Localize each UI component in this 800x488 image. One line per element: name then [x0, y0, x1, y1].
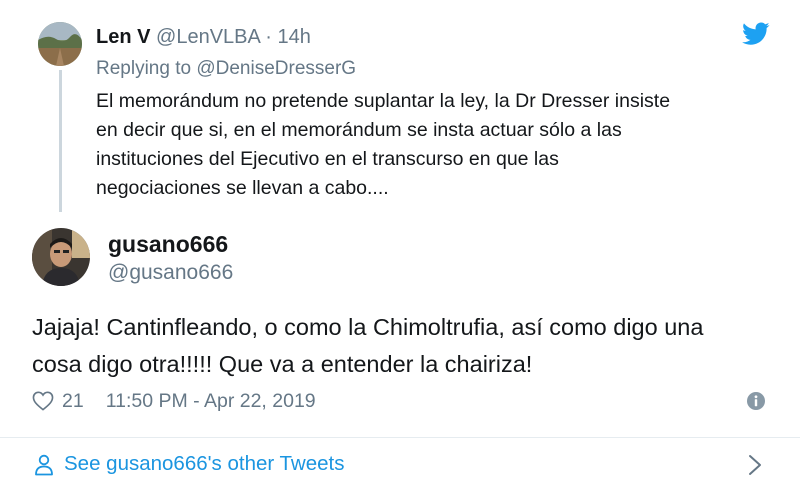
twitter-bird-icon[interactable] — [742, 22, 770, 46]
parent-avatar[interactable] — [38, 22, 82, 66]
see-other-tweets-link[interactable]: See gusano666's other Tweets — [0, 438, 800, 488]
info-icon[interactable] — [745, 390, 767, 412]
parent-separator: · — [265, 26, 272, 48]
parent-author-handle[interactable]: @LenVLBA — [156, 26, 260, 48]
tweet-meta-row: 21 11:50 PM - Apr 22, 2019 — [32, 384, 316, 418]
thread-connector-line — [59, 70, 62, 212]
parent-timestamp[interactable]: 14h — [278, 26, 311, 48]
parent-tweet-text: El memorándum no pretende suplantar la l… — [96, 87, 776, 203]
parent-text-line: instituciones del Ejecutivo en el transc… — [96, 148, 559, 170]
parent-header: Len V @LenVLBA · 14h — [96, 24, 311, 50]
embedded-tweet-card: Len V @LenVLBA · 14h Replying to @Denise… — [0, 0, 800, 488]
replying-prefix: Replying to — [96, 58, 192, 79]
person-icon — [35, 454, 53, 476]
replying-handle-link[interactable]: @DeniseDresserG — [196, 58, 356, 79]
parent-text-line: El memorándum no pretende suplantar la l… — [96, 90, 671, 112]
see-other-tweets-label[interactable]: See gusano666's other Tweets — [64, 450, 344, 478]
parent-text-line: negociaciones se llevan a cabo.... — [96, 177, 389, 199]
parent-text-line: en decir que si, en el memorándum se ins… — [96, 119, 622, 141]
replying-to: Replying to @DeniseDresserG — [96, 56, 356, 82]
heart-icon[interactable] — [32, 391, 54, 411]
main-text-line: Jajaja! Cantinfleando, o como la Chimolt… — [32, 314, 704, 340]
parent-author-name[interactable]: Len V — [96, 26, 150, 48]
tweet-timestamp[interactable]: 11:50 PM - Apr 22, 2019 — [106, 390, 316, 413]
main-text-line: cosa digo otra!!!!! Que va a entender la… — [32, 351, 533, 377]
main-tweet-text: Jajaja! Cantinfleando, o como la Chimolt… — [32, 309, 772, 383]
main-author-name[interactable]: gusano666 — [108, 229, 228, 259]
like-count[interactable]: 21 — [62, 390, 84, 413]
main-author-handle[interactable]: @gusano666 — [108, 259, 233, 287]
main-avatar[interactable] — [32, 228, 90, 286]
chevron-right-icon[interactable] — [748, 454, 762, 476]
